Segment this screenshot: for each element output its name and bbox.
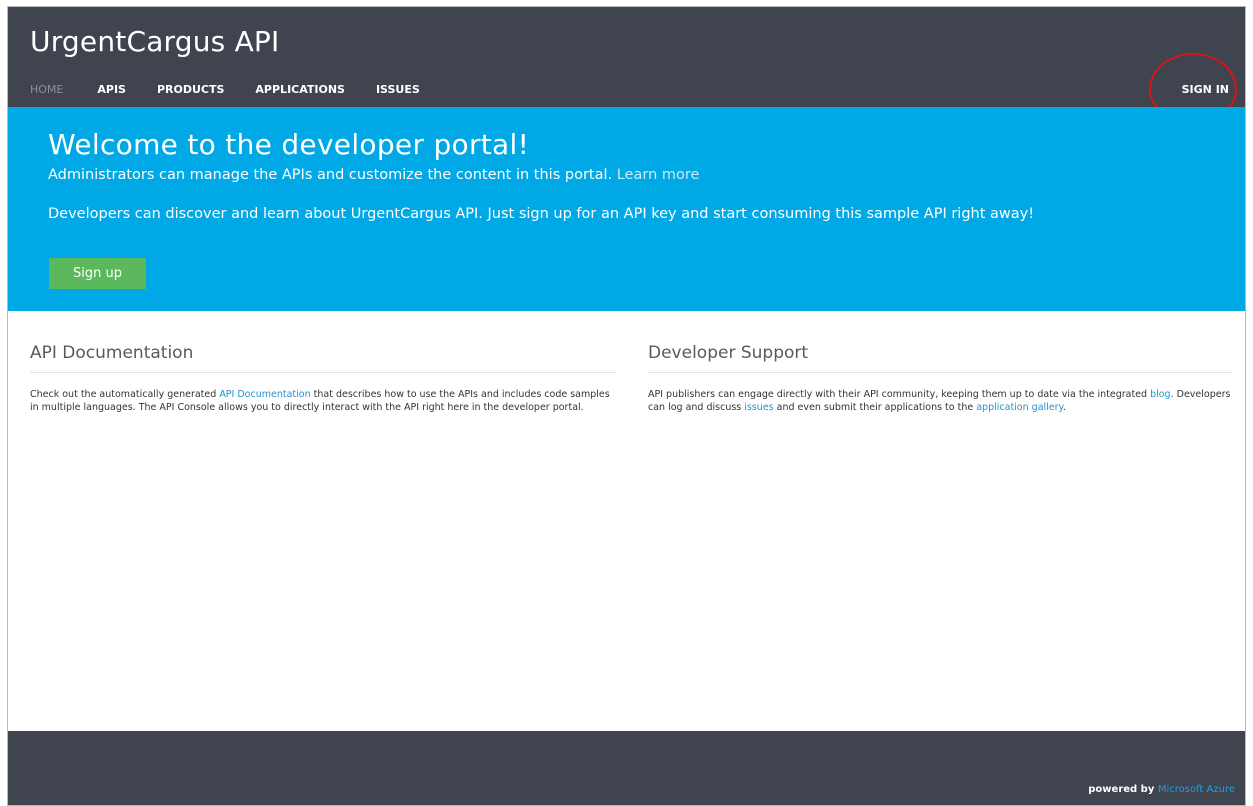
api-docs-text-1: Check out the automatically generated (30, 389, 220, 400)
api-documentation-section: API Documentation Check out the automati… (30, 343, 616, 414)
browser-page: UrgentCargus API HOME APIS PRODUCTS APPL… (7, 6, 1246, 806)
nav-products[interactable]: PRODUCTS (157, 83, 224, 96)
developer-support-section: Developer Support API publishers can eng… (648, 343, 1233, 414)
dev-support-text-3: and even submit their applications to th… (773, 401, 977, 413)
developer-support-text: API publishers can engage directly with … (648, 389, 1233, 414)
api-documentation-link[interactable]: API Documentation (219, 389, 310, 400)
admin-text: Administrators can manage the APIs and c… (48, 167, 699, 183)
issues-link[interactable]: issues (744, 402, 773, 413)
learn-more-link[interactable]: Learn more (617, 167, 700, 183)
nav-home[interactable]: HOME (30, 83, 63, 96)
api-documentation-text: Check out the automatically generated AP… (30, 389, 616, 414)
site-footer: powered by Microsoft Azure (8, 731, 1245, 805)
powered-by: powered by Microsoft Azure (1088, 784, 1235, 795)
site-header: UrgentCargus API HOME APIS PRODUCTS APPL… (8, 7, 1245, 107)
powered-by-label: powered by (1088, 784, 1158, 795)
nav-applications[interactable]: APPLICATIONS (255, 83, 345, 96)
sign-in-link[interactable]: SIGN IN (1182, 83, 1229, 96)
blog-link[interactable]: blog (1150, 389, 1171, 400)
welcome-banner: Welcome to the developer portal! Adminis… (8, 107, 1245, 311)
developer-text: Developers can discover and learn about … (48, 206, 1035, 222)
sign-up-button[interactable]: Sign up (49, 258, 146, 289)
dev-support-text-4: . (1062, 401, 1066, 413)
admin-text-body: Administrators can manage the APIs and c… (48, 167, 617, 183)
dev-support-text-1: API publishers can engage directly with … (648, 389, 1151, 400)
welcome-title: Welcome to the developer portal! (48, 128, 530, 161)
microsoft-azure-link[interactable]: Microsoft Azure (1158, 784, 1235, 795)
nav-issues[interactable]: ISSUES (376, 83, 420, 96)
nav-apis[interactable]: APIS (97, 83, 126, 96)
main-nav: HOME APIS PRODUCTS APPLICATIONS ISSUES (30, 83, 451, 96)
site-title[interactable]: UrgentCargus API (30, 25, 279, 58)
application-gallery-link[interactable]: application gallery (976, 402, 1063, 413)
developer-support-heading: Developer Support (648, 343, 1233, 373)
api-documentation-heading: API Documentation (30, 343, 616, 373)
